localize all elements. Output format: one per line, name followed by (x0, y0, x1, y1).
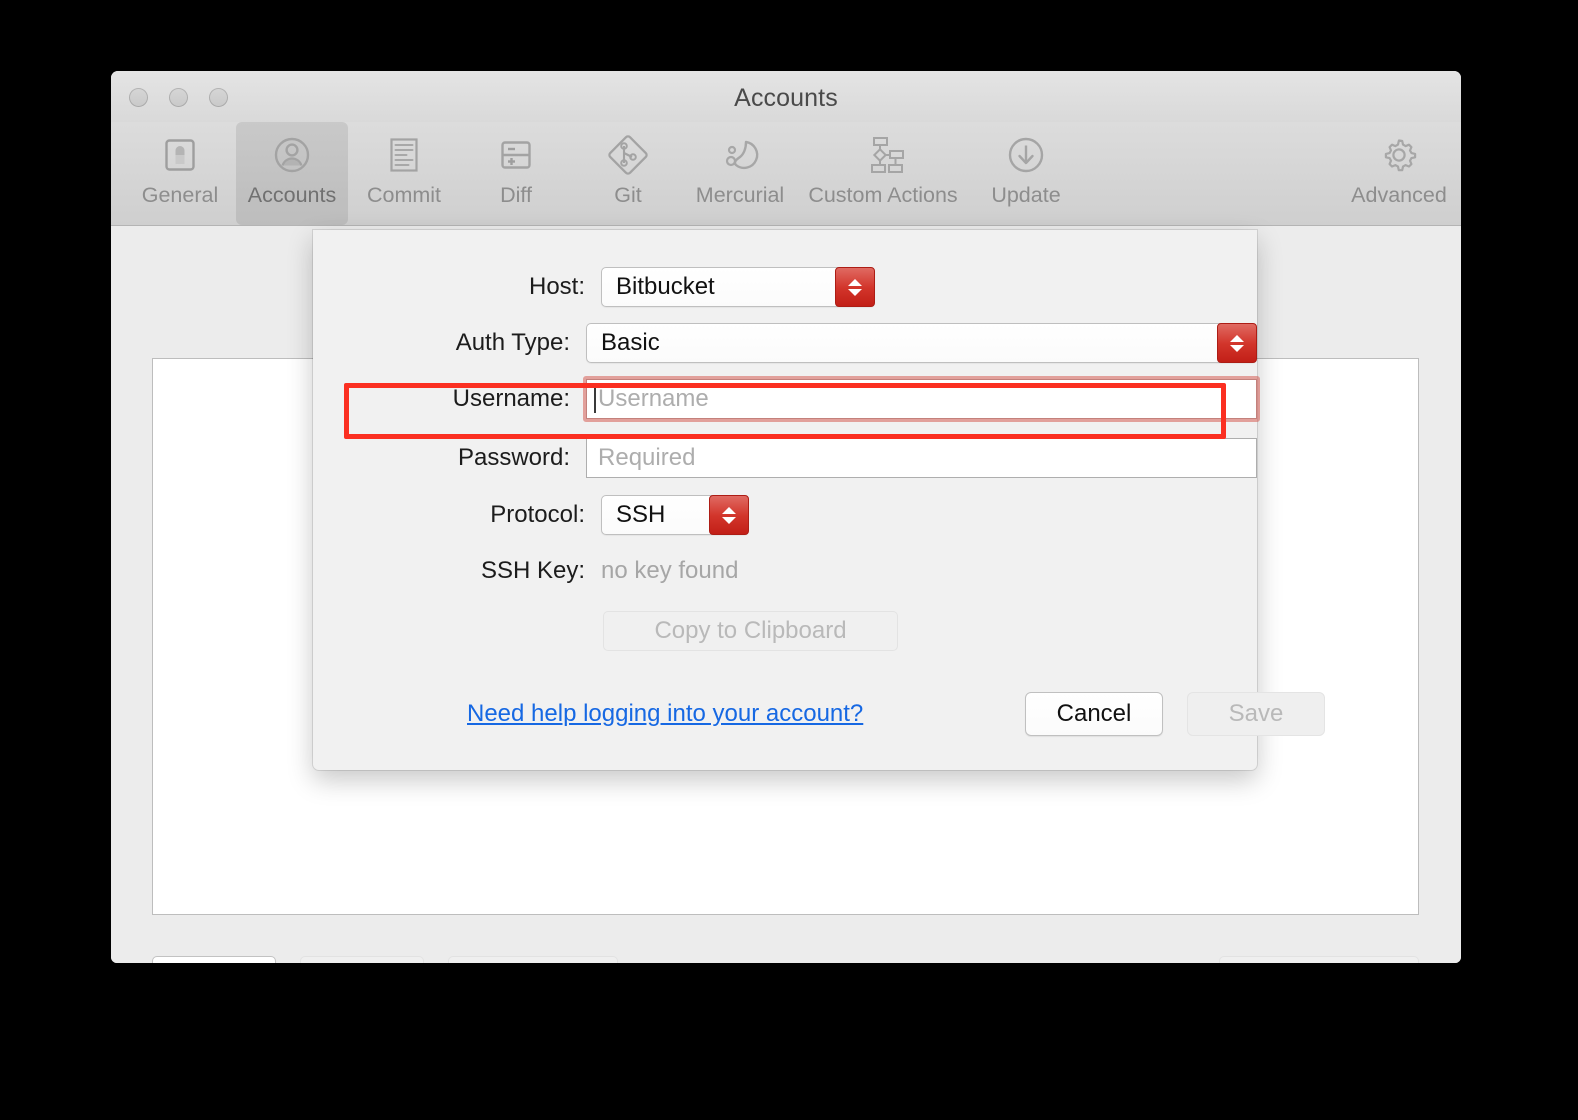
toolbar-item-label: Diff (500, 183, 532, 208)
window-title: Accounts (111, 84, 1461, 113)
host-label: Host: (313, 273, 601, 301)
protocol-value: SSH (602, 501, 665, 529)
chevron-down-icon (848, 289, 862, 296)
password-placeholder: Required (587, 444, 695, 472)
protocol-label: Protocol: (313, 501, 601, 529)
user-circle-icon (236, 131, 348, 178)
password-input[interactable]: Required (586, 438, 1257, 478)
host-row: Host: Bitbucket (313, 264, 1257, 310)
auth-type-stepper-icon[interactable] (1217, 323, 1257, 363)
add-account-sheet: Host: Bitbucket Auth Type: Basic (313, 230, 1257, 770)
username-label: Username: (313, 385, 586, 413)
ssh-key-label: SSH Key: (313, 557, 601, 585)
auth-type-label: Auth Type: (313, 329, 586, 357)
preferences-window: Accounts General (111, 71, 1461, 963)
protocol-popup-button[interactable]: SSH (601, 495, 749, 535)
toolbar-item-git[interactable]: Git (572, 122, 684, 225)
toolbar-item-label: Update (991, 183, 1060, 208)
copy-to-clipboard-button[interactable]: Copy to Clipboard (603, 611, 898, 651)
username-input[interactable]: Username (586, 379, 1257, 419)
toolbar-item-commit[interactable]: Commit (348, 122, 460, 225)
remove-account-button[interactable]: Remove... (448, 956, 618, 963)
ssh-key-value: no key found (601, 557, 738, 585)
window-titlebar: Accounts (111, 71, 1461, 122)
toolbar-item-label: Custom Actions (808, 183, 957, 208)
chevron-down-icon (1230, 345, 1244, 352)
chevron-up-icon (1230, 335, 1244, 342)
auth-type-value: Basic (587, 329, 660, 357)
save-button[interactable]: Save (1187, 692, 1325, 736)
toolbar-item-advanced[interactable]: Advanced (1343, 122, 1455, 225)
sheet-footer: Need help logging into your account? Can… (313, 678, 1257, 770)
plus-minus-icon (460, 131, 572, 178)
toolbar-item-custom-actions[interactable]: Custom Actions (796, 122, 970, 225)
document-lines-icon (348, 131, 460, 178)
git-branch-icon (572, 131, 684, 178)
chevron-up-icon (722, 507, 736, 514)
protocol-stepper-icon[interactable] (709, 495, 749, 535)
gear-icon (1343, 131, 1455, 178)
toolbar-item-label: Mercurial (696, 183, 784, 208)
toggle-switch-icon (124, 131, 236, 178)
cancel-button[interactable]: Cancel (1025, 692, 1163, 736)
node-graph-icon (796, 131, 970, 178)
auth-type-popup-button[interactable]: Basic (586, 323, 1257, 363)
set-default-button[interactable]: Set Default... (1219, 956, 1419, 963)
chevron-down-icon (722, 517, 736, 524)
host-stepper-icon[interactable] (835, 267, 875, 307)
preferences-toolbar: General Accounts (111, 122, 1461, 226)
username-placeholder: Username (587, 385, 709, 413)
mercurial-icon (684, 131, 796, 178)
auth-type-row: Auth Type: Basic (313, 320, 1257, 366)
chevron-up-icon (848, 279, 862, 286)
toolbar-item-label: Advanced (1351, 183, 1447, 208)
toolbar-item-general[interactable]: General (124, 122, 236, 225)
toolbar-item-update[interactable]: Update (970, 122, 1082, 225)
text-caret (594, 387, 596, 413)
toolbar-item-label: Git (614, 183, 641, 208)
help-link[interactable]: Need help logging into your account? (467, 700, 863, 728)
username-row: Username: Username (313, 376, 1257, 422)
toolbar-item-mercurial[interactable]: Mercurial (684, 122, 796, 225)
toolbar-item-label: Accounts (248, 183, 336, 208)
accounts-action-bar: Add... Edit... Remove... Set Default... (152, 956, 1419, 963)
ssh-key-row: SSH Key: no key found (313, 548, 1257, 594)
toolbar-item-label: Commit (367, 183, 441, 208)
add-account-button[interactable]: Add... (152, 956, 276, 963)
host-popup-button[interactable]: Bitbucket (601, 267, 875, 307)
host-value: Bitbucket (602, 273, 715, 301)
toolbar-item-accounts[interactable]: Accounts (236, 122, 348, 225)
toolbar-item-label: General (142, 183, 219, 208)
edit-account-button[interactable]: Edit... (300, 956, 424, 963)
password-row: Password: Required (313, 435, 1257, 481)
protocol-row: Protocol: SSH (313, 492, 1257, 538)
password-label: Password: (313, 444, 586, 472)
toolbar-item-diff[interactable]: Diff (460, 122, 572, 225)
download-arrow-icon (970, 131, 1082, 178)
